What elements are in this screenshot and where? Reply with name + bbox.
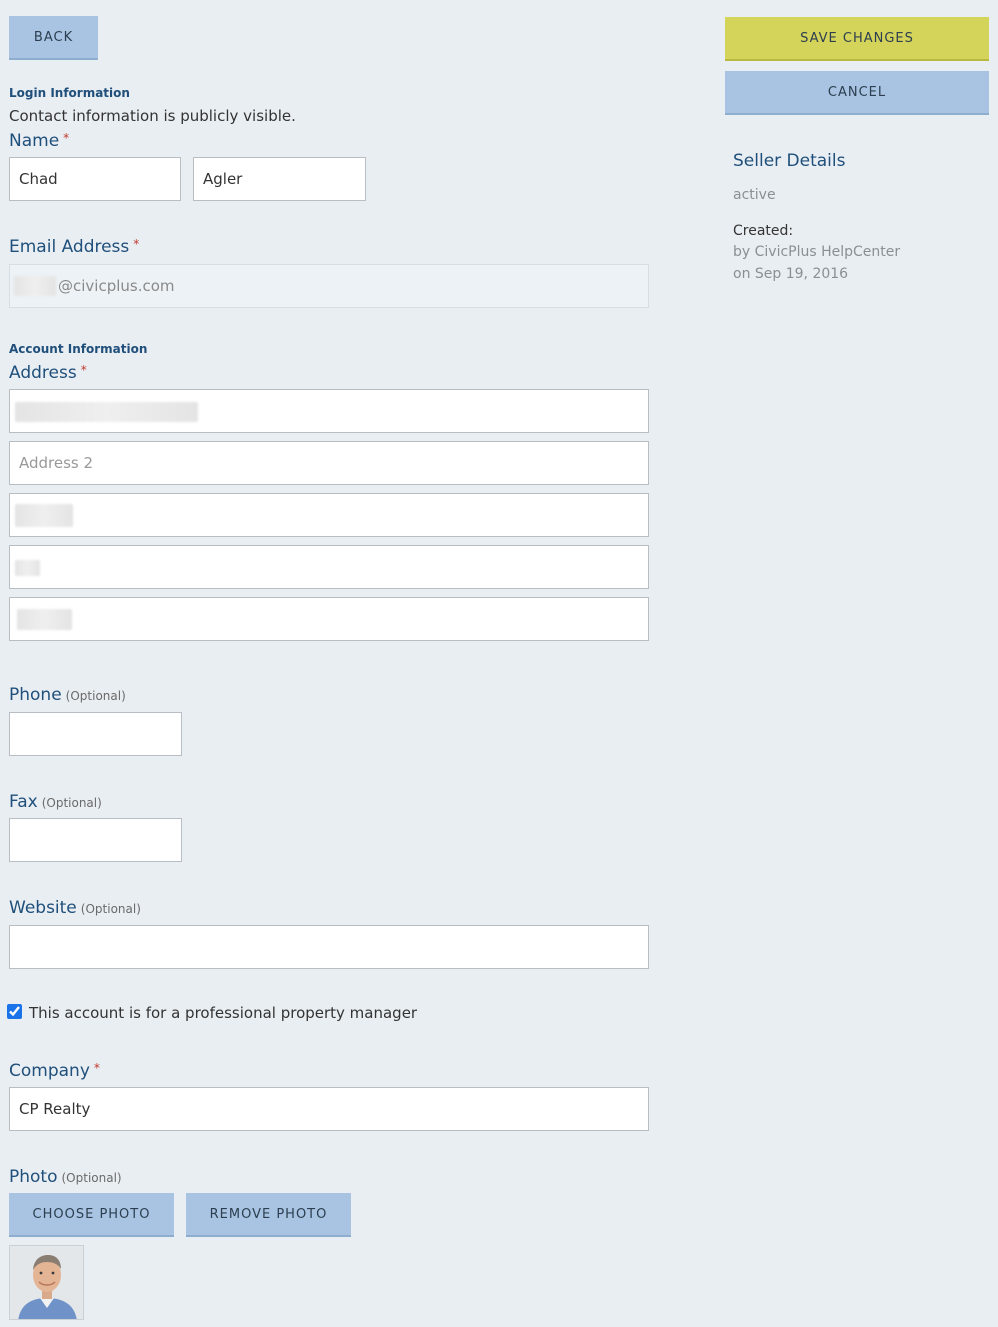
avatar-image	[10, 1246, 83, 1319]
last-name-input[interactable]	[193, 157, 366, 201]
save-changes-button[interactable]: SAVE CHANGES	[725, 17, 989, 61]
optional-tag: (Optional)	[61, 1171, 122, 1185]
address-line2-input[interactable]	[9, 441, 649, 485]
redacted-email-user	[14, 276, 56, 296]
fax-input[interactable]	[9, 818, 182, 862]
required-marker: *	[63, 131, 70, 145]
redacted-state	[15, 560, 40, 576]
redacted-city	[15, 504, 73, 527]
email-domain: @civicplus.com	[58, 277, 175, 295]
state-input[interactable]	[9, 545, 649, 589]
address-line1-input[interactable]	[9, 389, 649, 433]
created-by-text: by CivicPlus HelpCenter	[733, 244, 901, 260]
property-manager-label[interactable]: This account is for a professional prope…	[29, 1004, 417, 1022]
website-input[interactable]	[9, 925, 649, 969]
choose-photo-button[interactable]: CHOOSE PHOTO	[9, 1193, 174, 1237]
back-button[interactable]: BACK	[9, 16, 98, 60]
avatar	[9, 1245, 84, 1320]
status-text: active	[733, 187, 776, 203]
redacted-address-line1	[15, 402, 198, 422]
email-label: Email Address *	[9, 237, 140, 257]
name-label: Name *	[9, 131, 70, 151]
property-manager-checkbox[interactable]	[7, 1004, 22, 1019]
required-marker: *	[80, 363, 87, 377]
redacted-zip	[17, 609, 72, 630]
required-marker: *	[93, 1061, 100, 1075]
optional-tag: (Optional)	[80, 902, 141, 916]
login-information-heading: Login Information	[9, 86, 130, 100]
city-input[interactable]	[9, 493, 649, 537]
phone-input[interactable]	[9, 712, 182, 756]
address-label: Address *	[9, 363, 87, 383]
company-input[interactable]	[9, 1087, 649, 1131]
cancel-button[interactable]: CANCEL	[725, 71, 989, 115]
account-information-heading: Account Information	[9, 342, 148, 356]
website-label: Website (Optional)	[9, 898, 141, 918]
created-label: Created:	[733, 223, 794, 239]
required-marker: *	[133, 237, 140, 251]
optional-tag: (Optional)	[65, 689, 126, 703]
first-name-input[interactable]	[9, 157, 181, 201]
photo-label: Photo (Optional)	[9, 1167, 122, 1187]
contact-visibility-note: Contact information is publicly visible.	[9, 107, 296, 125]
fax-label: Fax (Optional)	[9, 792, 102, 812]
phone-label: Phone (Optional)	[9, 685, 126, 705]
optional-tag: (Optional)	[41, 796, 102, 810]
email-field[interactable]: @civicplus.com	[9, 264, 649, 308]
zip-input[interactable]	[9, 597, 649, 641]
remove-photo-button[interactable]: REMOVE PHOTO	[186, 1193, 351, 1237]
created-date-text: on Sep 19, 2016	[733, 266, 849, 282]
company-label: Company *	[9, 1061, 100, 1081]
seller-details-heading: Seller Details	[733, 151, 846, 171]
